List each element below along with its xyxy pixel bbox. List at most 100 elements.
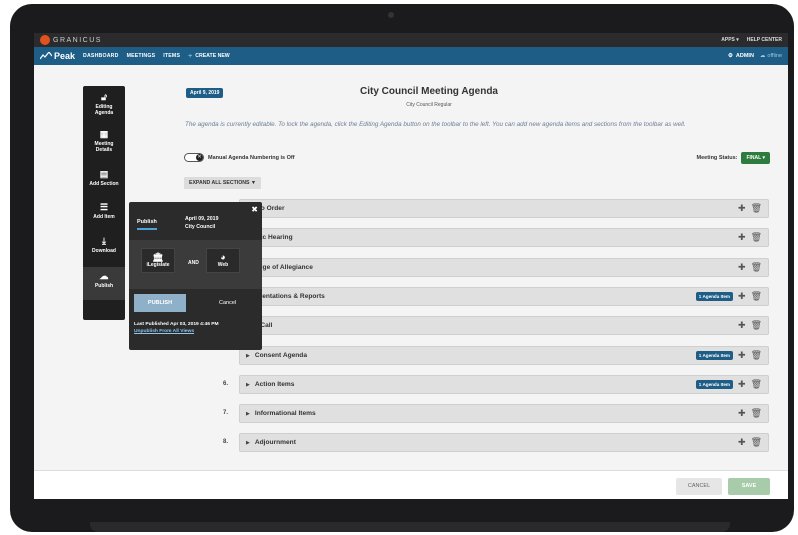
agenda-section-row[interactable]: ▶ Action Items 1 Agenda Item ✚ 🗑︎ [239,375,769,394]
camera [388,12,394,18]
add-item-button[interactable]: ☰ Add Item [83,202,125,220]
section-name: Informational Items [254,410,316,417]
expand-arrow-icon[interactable]: ▶ [246,382,250,388]
web-label: Web [217,262,229,268]
globe-icon: ◕ [220,252,226,262]
calendar-icon: ▦ [99,129,109,139]
agenda-toolbar: 🔓︎ Editing Agenda ▦ Meeting Details ▤ Ad… [83,86,125,320]
add-icon[interactable]: ✚ [738,438,746,447]
trash-icon[interactable]: 🗑︎ [751,438,762,447]
meeting-date-badge: April 9, 2019 [186,88,224,98]
section-name: Action Items [254,381,295,388]
numbering-toggle-row: ✕ Manual Agenda Numbering is Off [184,153,295,162]
agenda-section-row[interactable]: ▶l to Order✚🗑︎ [239,199,769,218]
last-published-text: Last Published Apr 03, 2019 4:46 PM [134,322,219,327]
publish-tab[interactable]: Publish [137,219,157,230]
nav-right: ⚙ ADMIN ☁ offline [728,53,782,59]
nav-items[interactable]: ITEMS [163,53,180,59]
footer-save-button[interactable]: SAVE [728,478,770,495]
download-button[interactable]: ⤓ Download [83,236,125,254]
add-icon[interactable]: ✚ [738,233,746,242]
publish-meeting-date: April 09, 2019 [185,216,219,222]
agenda-section-row[interactable]: ▶ll Call✚🗑︎ [239,316,769,335]
agenda-section-row[interactable]: ▶ Informational Items ✚ 🗑︎ [239,404,769,423]
apps-menu[interactable]: APPS ▾ [721,37,739,43]
publish-label: Publish [94,283,114,289]
editing-agenda-button[interactable]: 🔓︎ Editing Agenda [83,92,125,116]
footer-cancel-button[interactable]: CANCEL [676,478,722,495]
add-item-label: Add Item [93,214,115,220]
meeting-status-dropdown[interactable]: FINAL ▾ [741,152,770,164]
publish-cancel-button[interactable]: Cancel [219,294,236,312]
agenda-item-count-badge[interactable]: 1 Agenda Item [695,292,734,301]
list-icon: ☰ [99,202,109,212]
add-icon[interactable]: ✚ [738,292,746,301]
editing-label-2: Agenda [94,110,114,116]
close-icon[interactable]: ✖ [251,205,258,214]
create-new-button[interactable]: + CREATE NEW [188,53,230,60]
agenda-section-row[interactable]: ▶ Consent Agenda 1 Agenda Item ✚ 🗑︎ [239,346,769,365]
offline-label: offline [767,53,782,59]
nav-dashboard[interactable]: DASHBOARD [83,53,119,59]
page-title: City Council Meeting Agenda [360,86,498,97]
section-actions: 1 Agenda Item ✚ 🗑︎ [695,351,762,360]
expand-arrow-icon[interactable]: ▶ [246,411,250,417]
offline-indicator[interactable]: ☁ offline [760,53,782,59]
agenda-section-row[interactable]: ▶esentations & Reports1 Agenda Item✚🗑︎ [239,287,769,306]
meeting-status: Meeting Status: FINAL ▾ [697,152,770,164]
ilegislate-option[interactable]: 🏛︎ iLegislate [141,248,175,273]
section-number: 7. [222,410,228,416]
expand-arrow-icon[interactable]: ▶ [246,440,250,446]
trash-icon[interactable]: 🗑︎ [751,233,762,242]
expand-all-button[interactable]: EXPAND ALL SECTIONS ▼ [184,177,262,189]
nav-meetings[interactable]: MEETINGS [127,53,156,59]
add-icon[interactable]: ✚ [738,321,746,330]
publish-confirm-button[interactable]: PUBLISH [134,294,186,312]
add-icon[interactable]: ✚ [738,409,746,418]
publish-meeting-info: April 09, 2019 City Council [185,215,218,231]
section-actions: ✚ 🗑︎ [738,321,762,330]
unpublish-link[interactable]: Unpublish From All Views [134,329,194,334]
trash-icon[interactable]: 🗑︎ [751,263,762,272]
trash-icon[interactable]: 🗑︎ [751,351,762,360]
trash-icon[interactable]: 🗑︎ [751,409,762,418]
agenda-section-row[interactable]: ▶blic Hearing✚🗑︎ [239,228,769,247]
agenda-section-row[interactable]: ▶ Adjournment ✚ 🗑︎ [239,433,769,452]
brand-name: GRANICUS [53,36,102,44]
expand-arrow-icon[interactable]: ▶ [246,353,250,359]
download-label: Download [92,248,116,254]
agenda-section-row[interactable]: ▶edge of Allegiance✚🗑︎ [239,258,769,277]
section-actions: 1 Agenda Item ✚ 🗑︎ [695,292,762,301]
admin-menu[interactable]: ⚙ ADMIN [728,53,754,59]
laptop-base [90,522,730,532]
cloud-upload-icon: ☁ [99,271,109,281]
peak-logo[interactable]: Peak [40,51,75,61]
agenda-item-count-badge[interactable]: 1 Agenda Item [695,351,734,360]
peak-mountain-icon [40,52,52,60]
help-center-link[interactable]: HELP CENTER [747,37,782,43]
publish-popover: ✖ Publish April 09, 2019 City Council 🏛︎… [129,202,262,350]
meeting-label-2: Details [95,147,113,153]
trash-icon[interactable]: 🗑︎ [751,292,762,301]
trash-icon[interactable]: 🗑︎ [751,321,762,330]
section-actions: ✚ 🗑︎ [738,204,762,213]
add-section-button[interactable]: ▤ Add Section [83,169,125,187]
trash-icon[interactable]: 🗑︎ [751,380,762,389]
close-icon: ✕ [196,154,203,161]
trash-icon[interactable]: 🗑︎ [751,204,762,213]
and-label: AND [188,260,199,266]
add-icon[interactable]: ✚ [738,204,746,213]
ilegislate-label: iLegislate [146,262,170,268]
publish-button[interactable]: ☁ Publish [83,267,125,300]
agenda-item-count-badge[interactable]: 1 Agenda Item [695,380,734,389]
section-actions: ✚ 🗑︎ [738,409,762,418]
top-bar: GRANICUS APPS ▾ HELP CENTER [34,33,788,47]
add-icon[interactable]: ✚ [738,380,746,389]
add-icon[interactable]: ✚ [738,351,746,360]
meeting-details-button[interactable]: ▦ Meeting Details [83,129,125,153]
create-new-label: CREATE NEW [195,53,230,59]
add-icon[interactable]: ✚ [738,263,746,272]
web-option[interactable]: ◕ Web [206,248,240,273]
numbering-toggle[interactable]: ✕ [184,153,204,162]
section-name: esentations & Reports [254,293,325,300]
